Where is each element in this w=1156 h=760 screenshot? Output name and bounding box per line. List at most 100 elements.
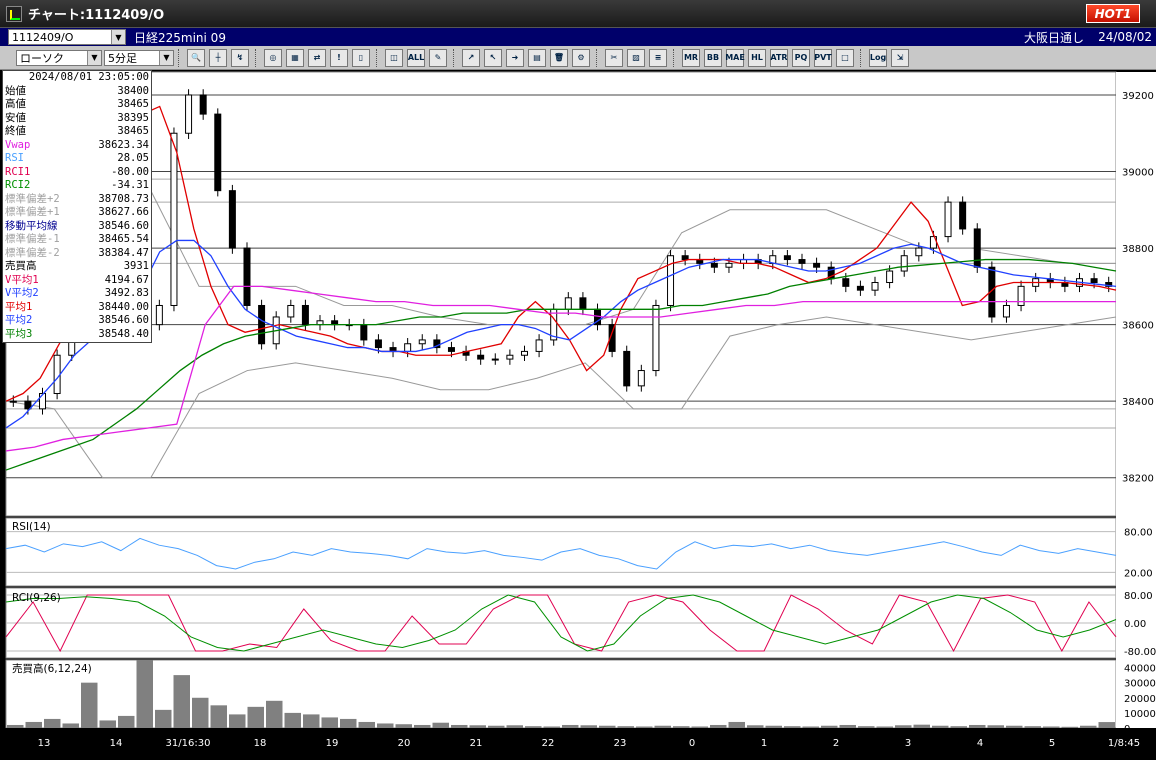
line-icon[interactable]: ↗ — [462, 48, 480, 67]
candle-body — [1017, 285, 1025, 306]
volume-bar — [321, 717, 338, 728]
data-info-panel: 2024/08/01 23:05:00 始値 38400 高値 38465 安値 3839… — [2, 70, 152, 343]
candle-body — [243, 247, 251, 306]
interval-value: 5分足 — [108, 51, 137, 65]
log-icon[interactable]: Log — [869, 48, 887, 67]
volume-bar — [340, 718, 357, 728]
price-tick-label: 38400 — [1122, 397, 1154, 408]
volume-pane-label: 売買高(6,12,24) — [12, 662, 92, 675]
candle-body — [214, 113, 222, 192]
volume-bar — [1061, 726, 1078, 728]
volume-bar — [599, 725, 616, 728]
x-tick-label: 4 — [977, 738, 983, 749]
date-label: 24/08/02 — [1098, 30, 1152, 44]
info-value: 38546.60 — [98, 314, 149, 326]
tools-icon[interactable]: ✂ — [605, 48, 623, 67]
rci-tick-label: -80.00 — [1124, 647, 1156, 658]
rci-pane-label: RCI(9,26) — [12, 592, 61, 604]
info-row: 終値 38465 — [3, 125, 151, 139]
box-icon[interactable]: □ — [836, 48, 854, 67]
volume-bar — [1024, 726, 1041, 728]
cursor-icon[interactable]: ↖ — [484, 48, 502, 67]
x-tick-label: 1/8:45 — [1108, 738, 1140, 749]
candle-body — [725, 262, 733, 268]
toolbar-separator — [376, 48, 379, 67]
atr-icon[interactable]: ATR — [770, 48, 788, 67]
pq-icon[interactable]: PQ — [792, 48, 810, 67]
volume-bar — [987, 725, 1004, 728]
volume-bar — [673, 726, 690, 728]
candle-body — [710, 262, 718, 268]
hot-button[interactable]: HOT1 — [1086, 4, 1140, 23]
interval-select[interactable]: 5分足 ▼ — [104, 49, 174, 66]
chart-type-select[interactable]: ローソク ▼ — [16, 49, 102, 66]
overlay-icon[interactable]: ⇄ — [308, 48, 326, 67]
volume-bar — [247, 706, 264, 728]
candle-body — [39, 393, 47, 410]
x-tick-label: 3 — [905, 738, 911, 749]
x-tick-label: 19 — [326, 738, 339, 749]
info-label: RSI — [5, 152, 24, 164]
gear-icon[interactable]: ⚙ — [572, 48, 590, 67]
symbol-value: 1112409/O — [12, 30, 74, 44]
color-icon[interactable]: ▨ — [627, 48, 645, 67]
delete-icon[interactable]: 🗑 — [550, 48, 568, 67]
candle-body — [185, 94, 193, 134]
volume-tick-label: 30000 — [1124, 679, 1156, 690]
candle-body — [258, 304, 266, 345]
volume-bar — [192, 697, 209, 728]
info-label: 標準偏差-2 — [5, 246, 60, 259]
volume-bar — [858, 726, 875, 728]
chart-area[interactable]: 39200390003880038600384003820080.0020.00… — [0, 70, 1156, 760]
pen-icon[interactable]: ✎ — [429, 48, 447, 67]
candle-body — [228, 190, 236, 249]
pvt-icon[interactable]: PVT — [814, 48, 832, 67]
hl-icon[interactable]: HL — [748, 48, 766, 67]
volume-bar — [654, 725, 671, 728]
x-tick-label: 13 — [38, 738, 51, 749]
bb-icon[interactable]: BB — [704, 48, 722, 67]
info-row: Vwap 38623.34 — [3, 139, 151, 153]
search-icon[interactable]: 🔍 — [187, 48, 205, 67]
volume-bar — [266, 700, 283, 728]
candle-body — [564, 297, 572, 310]
symbol-combo[interactable]: 1112409/O ▼ — [8, 29, 126, 45]
candle-add-icon[interactable]: ▯ — [352, 48, 370, 67]
info-row: V平均1 4194.67 — [3, 274, 151, 288]
x-tick-label: 1 — [761, 738, 767, 749]
trend-icon[interactable]: ↯ — [231, 48, 249, 67]
info-value: 38465.54 — [98, 233, 149, 245]
candle-mark-icon[interactable]: ◫ — [385, 48, 403, 67]
ma-icon[interactable]: ≡ — [649, 48, 667, 67]
volume-bar — [99, 720, 116, 728]
chevron-down-icon[interactable]: ▼ — [87, 50, 101, 65]
volume-bar — [747, 725, 764, 728]
candle-body — [798, 259, 806, 264]
target-icon[interactable]: ◎ — [264, 48, 282, 67]
volume-bar — [414, 724, 431, 728]
disabled-icon[interactable]: ! — [330, 48, 348, 67]
candle-body — [813, 262, 821, 268]
candle-body — [944, 201, 952, 238]
chevron-down-icon[interactable]: ▼ — [111, 30, 125, 44]
x-tick-label: 23 — [614, 738, 627, 749]
mr-icon[interactable]: MR — [682, 48, 700, 67]
x-tick-label: 5 — [1049, 738, 1055, 749]
crosshair-icon[interactable]: ┼ — [209, 48, 227, 67]
export-icon[interactable]: ⇲ — [891, 48, 909, 67]
info-label: 平均3 — [5, 327, 33, 340]
grid-icon[interactable]: ▦ — [286, 48, 304, 67]
candle-body — [301, 304, 309, 326]
volume-bar — [932, 725, 949, 728]
volume-bar — [1080, 725, 1097, 728]
info-row: RCI2 -34.31 — [3, 179, 151, 193]
note-icon[interactable]: ▤ — [528, 48, 546, 67]
volume-bar — [636, 726, 653, 728]
all-icon[interactable]: ALL — [407, 48, 425, 67]
mae-icon[interactable]: MAE — [725, 48, 745, 67]
chevron-down-icon[interactable]: ▼ — [159, 50, 173, 65]
toolbar-separator — [673, 48, 676, 67]
window-titlebar: チャート:1112409/O HOT1 — [0, 0, 1156, 28]
arrow-icon[interactable]: ➜ — [506, 48, 524, 67]
price-tick-label: 38200 — [1122, 474, 1154, 485]
